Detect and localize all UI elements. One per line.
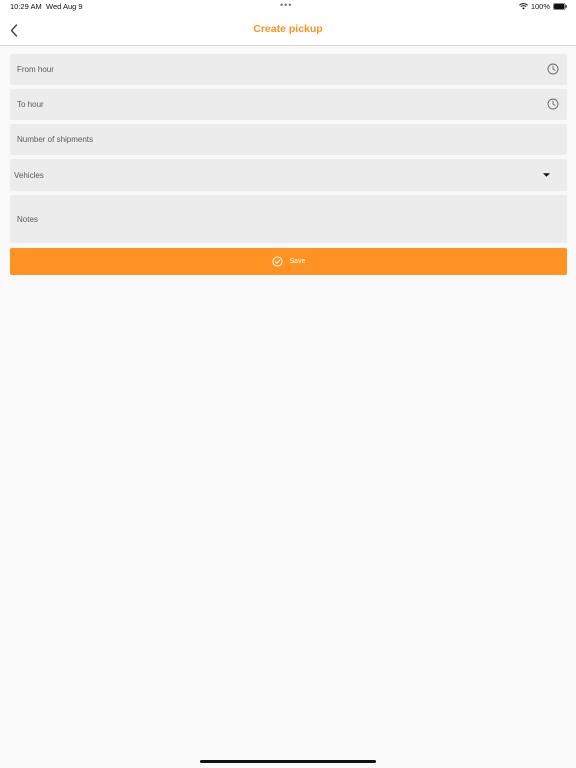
notes-placeholder: Notes <box>17 215 38 224</box>
notes-field[interactable]: Notes <box>10 195 567 243</box>
status-indicators: 100% <box>518 2 567 11</box>
to-hour-field[interactable]: To hour <box>10 89 567 120</box>
clock-icon[interactable] <box>547 98 559 110</box>
shipments-field[interactable]: Number of shipments <box>10 124 567 155</box>
vehicles-dropdown[interactable]: Vehicles <box>10 159 567 191</box>
battery-icon <box>553 3 567 10</box>
from-hour-field[interactable]: From hour <box>10 54 567 85</box>
create-pickup-form: From hour To hour Number of shipments Ve… <box>10 54 567 275</box>
to-hour-placeholder: To hour <box>17 100 44 109</box>
save-button[interactable]: Save <box>10 248 567 275</box>
status-bar: 10:29 AM Wed Aug 9 ••• 100% <box>0 0 576 14</box>
status-date: Wed Aug 9 <box>46 2 83 11</box>
check-circle-icon <box>271 256 283 267</box>
save-label: Save <box>289 258 306 265</box>
navigation-bar: Create pickup <box>0 14 576 46</box>
home-indicator[interactable] <box>200 760 376 763</box>
wifi-icon <box>518 3 528 10</box>
battery-percent: 100% <box>530 2 550 11</box>
shipments-placeholder: Number of shipments <box>17 135 94 144</box>
status-time: 10:29 AM <box>10 2 42 11</box>
caret-down-icon <box>543 173 550 177</box>
page-title: Create pickup <box>253 23 323 35</box>
from-hour-placeholder: From hour <box>17 65 54 74</box>
clock-icon[interactable] <box>547 63 559 75</box>
vehicles-placeholder: Vehicles <box>14 171 44 180</box>
multitasking-dots-icon[interactable]: ••• <box>280 0 292 10</box>
